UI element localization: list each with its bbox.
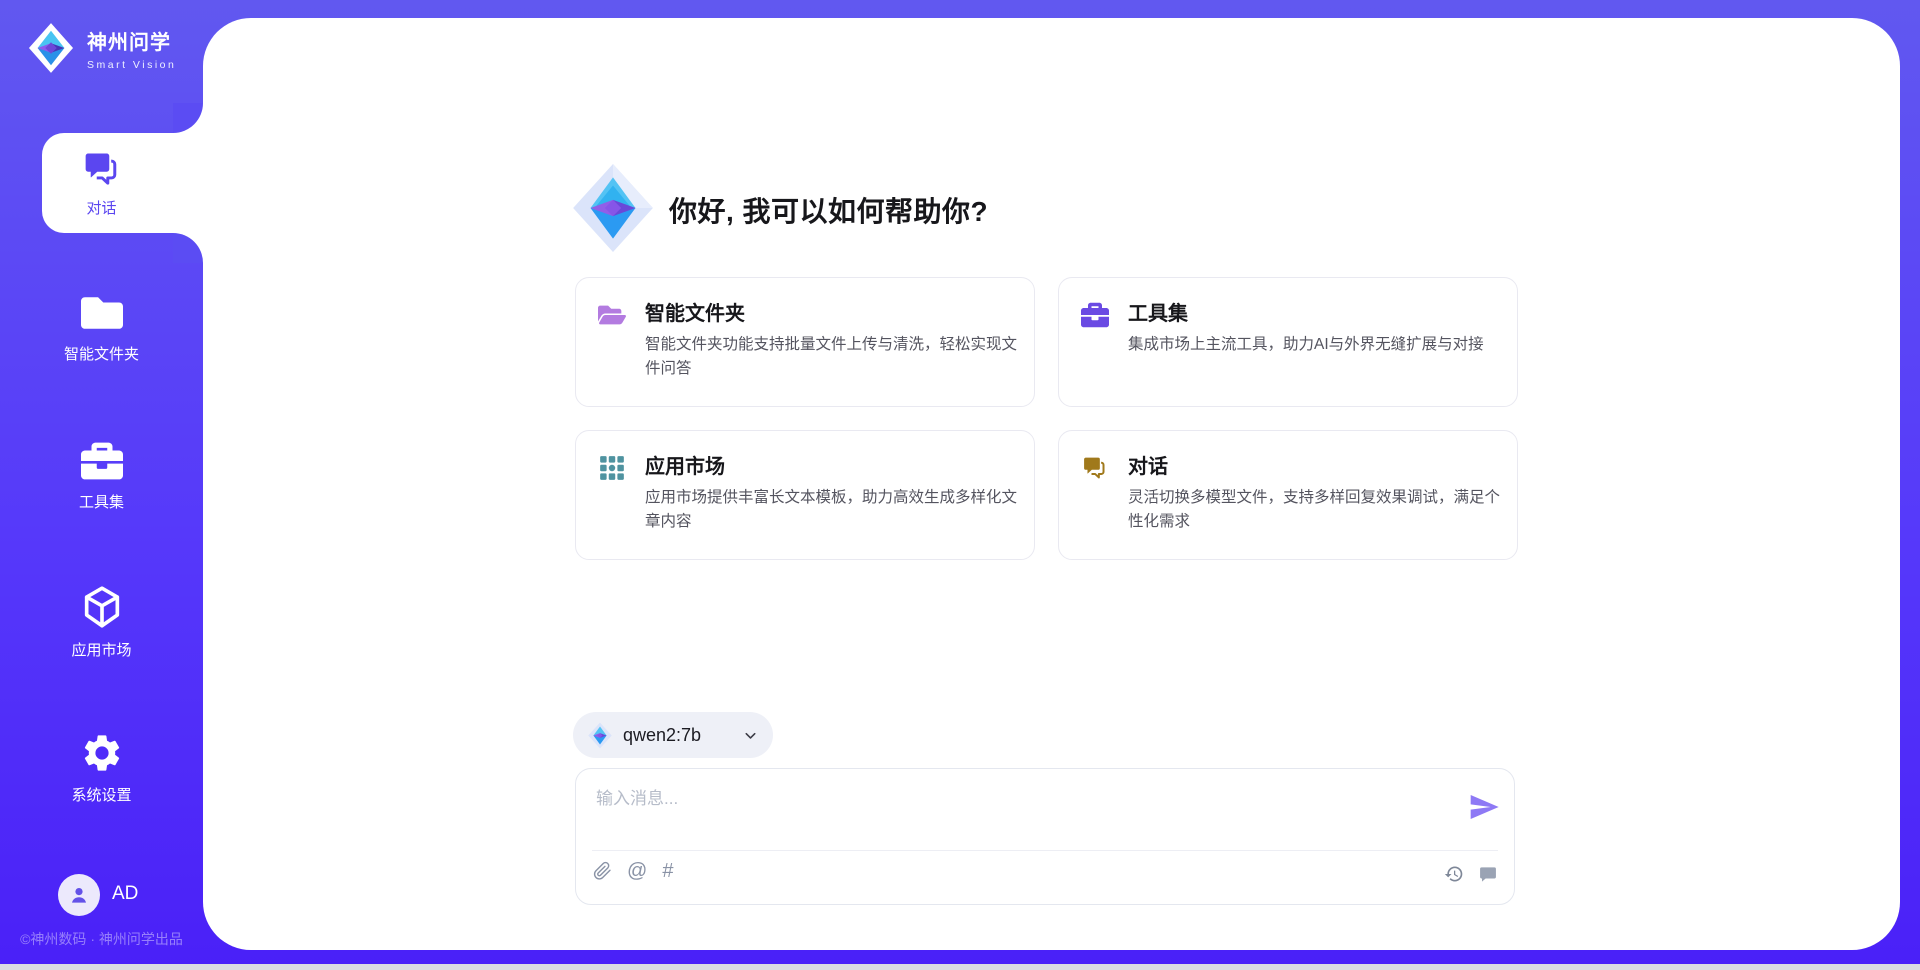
topic-icon[interactable]: # xyxy=(662,861,673,881)
message-input[interactable]: 输入消息... xyxy=(596,784,678,809)
copyright-footer: ©神州数码 · 神州问学出品 xyxy=(0,929,203,949)
toolbox-icon xyxy=(79,440,125,482)
sidebar-item-app-market[interactable]: 应用市场 xyxy=(0,584,203,660)
chat-bubble-icon[interactable] xyxy=(1478,865,1498,884)
sidebar-item-smart-folder[interactable]: 智能文件夹 xyxy=(0,292,203,364)
sidebar-item-chat[interactable]: 对话 xyxy=(42,133,203,233)
chat-bubbles-icon xyxy=(1081,454,1109,482)
attachment-icon[interactable] xyxy=(593,861,612,881)
card-smart-folder[interactable]: 智能文件夹 智能文件夹功能支持批量文件上传与清洗，轻松实现文件问答 xyxy=(575,277,1035,407)
sidebar-item-label: 工具集 xyxy=(79,491,124,512)
cube-icon xyxy=(79,584,125,630)
model-name: qwen2:7b xyxy=(623,725,731,746)
sidebar-item-label: 系统设置 xyxy=(71,784,131,805)
send-icon[interactable] xyxy=(1468,791,1500,823)
card-description: 灵活切换多模型文件，支持多样回复效果调试，满足个性化需求 xyxy=(1128,486,1502,534)
brand-name: 神州问学 xyxy=(87,26,176,55)
folder-open-icon xyxy=(598,301,626,329)
tab-curve-top xyxy=(173,103,203,133)
brand-diamond-large-icon xyxy=(572,163,654,253)
bottom-strip xyxy=(0,964,1920,970)
mention-icon[interactable]: @ xyxy=(627,861,647,881)
model-diamond-icon xyxy=(588,722,612,749)
sidebar-item-toolset[interactable]: 工具集 xyxy=(0,440,203,512)
brand-subtitle: Smart Vision xyxy=(87,59,176,71)
chevron-down-icon xyxy=(742,727,759,744)
main-panel: 你好, 我可以如何帮助你? 智能文件夹 智能文件夹功能支持批量文件上传与清洗，轻… xyxy=(203,18,1900,950)
person-icon xyxy=(67,883,91,907)
card-title: 应用市场 xyxy=(645,450,725,479)
sidebar-item-label: 对话 xyxy=(86,197,116,218)
brand-diamond-icon xyxy=(28,22,74,74)
feature-cards: 智能文件夹 智能文件夹功能支持批量文件上传与清洗，轻松实现文件问答 工具集 集成… xyxy=(575,277,1518,560)
grid-icon xyxy=(598,454,626,482)
card-description: 应用市场提供丰富长文本模板，助力高效生成多样化文章内容 xyxy=(645,486,1019,534)
tab-curve-bottom xyxy=(173,233,203,263)
card-app-market[interactable]: 应用市场 应用市场提供丰富长文本模板，助力高效生成多样化文章内容 xyxy=(575,430,1035,560)
card-toolset[interactable]: 工具集 集成市场上主流工具，助力AI与外界无缝扩展与对接 xyxy=(1058,277,1518,407)
chat-icon xyxy=(79,148,125,190)
folder-icon xyxy=(79,292,125,334)
card-description: 集成市场上主流工具，助力AI与外界无缝扩展与对接 xyxy=(1128,333,1502,357)
brand-logo: 神州问学 Smart Vision xyxy=(28,22,176,74)
message-composer: 输入消息... @ # xyxy=(575,768,1515,905)
greeting-title: 你好, 我可以如何帮助你? xyxy=(669,190,988,230)
composer-divider xyxy=(592,850,1498,851)
model-selector[interactable]: qwen2:7b xyxy=(573,712,773,758)
card-description: 智能文件夹功能支持批量文件上传与清洗，轻松实现文件问答 xyxy=(645,333,1019,381)
briefcase-icon xyxy=(1081,301,1109,329)
sidebar-item-settings[interactable]: 系统设置 xyxy=(0,731,203,805)
app-root: 你好, 我可以如何帮助你? 智能文件夹 智能文件夹功能支持批量文件上传与清洗，轻… xyxy=(0,0,1920,970)
gear-icon xyxy=(80,731,124,775)
sidebar-item-label: 应用市场 xyxy=(71,639,131,660)
user-avatar[interactable] xyxy=(58,874,100,916)
sidebar-item-label: 智能文件夹 xyxy=(64,343,139,364)
history-icon[interactable] xyxy=(1444,864,1464,884)
user-initials: AD xyxy=(112,883,138,905)
card-title: 智能文件夹 xyxy=(645,297,745,326)
card-title: 对话 xyxy=(1128,450,1168,479)
card-chat[interactable]: 对话 灵活切换多模型文件，支持多样回复效果调试，满足个性化需求 xyxy=(1058,430,1518,560)
card-title: 工具集 xyxy=(1128,297,1188,326)
